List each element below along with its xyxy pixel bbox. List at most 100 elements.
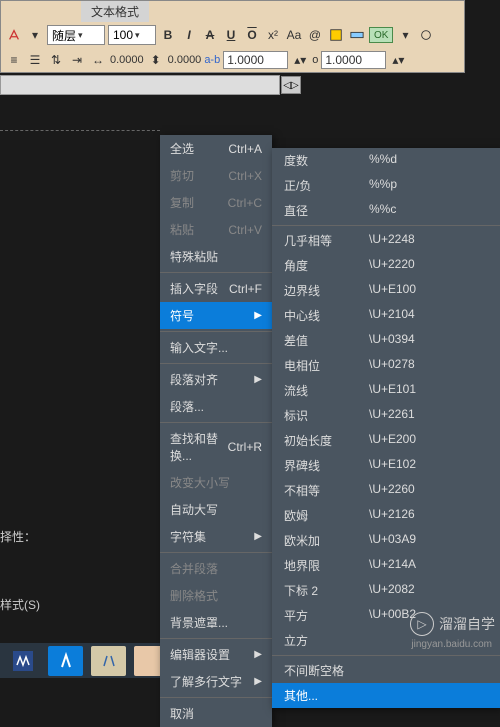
submenu-arrow-icon: ▶ <box>254 649 262 660</box>
ruler-handle[interactable]: ◁▷ <box>281 76 301 94</box>
spacing-icon[interactable]: ⇅ <box>47 51 65 69</box>
menu-item[interactable]: 符号▶ <box>160 302 272 329</box>
menu-shortcut: Ctrl+A <box>228 142 262 156</box>
submenu-code: %%p <box>369 177 397 194</box>
menu-item[interactable]: 背景遮罩... <box>160 609 272 636</box>
align-icon[interactable]: ≡ <box>5 51 23 69</box>
superscript-icon[interactable]: x² <box>264 26 282 44</box>
menu-shortcut: Ctrl+C <box>228 196 262 210</box>
submenu-label: 初始长度 <box>284 432 369 449</box>
submenu-item[interactable]: 电相位\U+0278 <box>272 353 500 378</box>
strike-button[interactable]: A <box>201 26 219 44</box>
italic-button[interactable]: I <box>180 26 198 44</box>
bold-button[interactable]: B <box>159 26 177 44</box>
submenu-item[interactable]: 几乎相等\U+2248 <box>272 228 500 253</box>
menu-item[interactable]: 了解多行文字▶ <box>160 668 272 695</box>
menu-item: 剪切Ctrl+X <box>160 162 272 189</box>
size-value: 100 <box>113 28 133 42</box>
submenu-item[interactable]: 界碑线\U+E102 <box>272 453 500 478</box>
menu-item[interactable]: 取消 <box>160 700 272 727</box>
submenu-item[interactable]: 下标 2\U+2082 <box>272 578 500 603</box>
more-icon[interactable]: ▾ <box>396 26 414 44</box>
submenu-label: 平方 <box>284 607 369 624</box>
ruler[interactable]: ◁▷ <box>0 75 280 95</box>
overline-button[interactable]: O <box>243 26 261 44</box>
submenu-code: \U+2126 <box>369 507 415 524</box>
submenu-item[interactable]: 地界限\U+214A <box>272 553 500 578</box>
taskbar-app-3[interactable] <box>91 646 126 676</box>
submenu-item[interactable]: 正/负%%p <box>272 173 500 198</box>
menu-item-label: 查找和替换... <box>170 430 228 464</box>
submenu-label: 立方 <box>284 632 369 649</box>
menu-item[interactable]: 段落... <box>160 393 272 420</box>
color-icon[interactable] <box>327 26 345 44</box>
size-dropdown[interactable]: 100▾ <box>108 25 156 45</box>
case-icon[interactable]: Aa <box>285 26 303 44</box>
kerning-icon[interactable]: ⬍ <box>147 51 165 69</box>
submenu-label: 正/负 <box>284 177 369 194</box>
submenu-item[interactable]: 度数%%d <box>272 148 500 173</box>
width-input[interactable] <box>223 51 288 69</box>
menu-item-label: 全选 <box>170 140 194 157</box>
taskbar-app-2[interactable] <box>48 646 83 676</box>
ruler-icon[interactable] <box>348 26 366 44</box>
menu-shortcut: Ctrl+F <box>229 282 262 296</box>
submenu-item[interactable]: 不相等\U+2260 <box>272 478 500 503</box>
menu-item[interactable]: 自动大写 <box>160 496 272 523</box>
menu-item-label: 自动大写 <box>170 501 218 518</box>
menu-item[interactable]: 特殊粘贴 <box>160 243 272 270</box>
submenu-separator <box>272 225 500 226</box>
submenu-label: 欧姆 <box>284 507 369 524</box>
submenu-label: 电相位 <box>284 357 369 374</box>
submenu-item[interactable]: 边界线\U+E100 <box>272 278 500 303</box>
submenu-item[interactable]: 其他... <box>272 683 500 708</box>
symbol-icon[interactable]: @ <box>306 26 324 44</box>
underline-button[interactable]: U <box>222 26 240 44</box>
submenu-item[interactable]: 初始长度\U+E200 <box>272 428 500 453</box>
height-input[interactable] <box>321 51 386 69</box>
submenu-label: 地界限 <box>284 557 369 574</box>
menu-item-label: 取消 <box>170 705 194 722</box>
submenu-item[interactable]: 角度\U+2220 <box>272 253 500 278</box>
menu-item: 粘贴Ctrl+V <box>160 216 272 243</box>
menu-item[interactable]: 查找和替换...Ctrl+R <box>160 425 272 469</box>
taskbar-app-1[interactable] <box>5 646 40 676</box>
dropdown-arrow-icon[interactable]: ▾ <box>26 26 44 44</box>
submenu-item[interactable]: 直径%%c <box>272 198 500 223</box>
tracking-icon[interactable]: ↔ <box>89 51 107 69</box>
submenu-code: \U+03A9 <box>369 532 416 549</box>
menu-item[interactable]: 插入字段Ctrl+F <box>160 275 272 302</box>
submenu-label: 下标 2 <box>284 582 369 599</box>
tab-text-format[interactable]: 文本格式 <box>81 1 149 22</box>
menu-item-label: 符号 <box>170 307 194 324</box>
list-icon[interactable]: ☰ <box>26 51 44 69</box>
submenu-item[interactable]: 不间断空格 <box>272 658 500 683</box>
submenu-item[interactable]: 流线\U+E101 <box>272 378 500 403</box>
stepper-1[interactable]: ▴▾ <box>291 51 309 69</box>
watermark-sub: jingyan.baidu.com <box>411 639 492 650</box>
menu-separator <box>160 638 272 639</box>
menu-item: 删除格式 <box>160 582 272 609</box>
ok-button[interactable]: OK <box>369 27 393 43</box>
layer-dropdown[interactable]: 随层▾ <box>47 25 105 45</box>
font-style-icon[interactable] <box>5 26 23 44</box>
menu-item[interactable]: 段落对齐▶ <box>160 366 272 393</box>
menu-item[interactable]: 编辑器设置▶ <box>160 641 272 668</box>
menu-item-label: 输入文字... <box>170 339 228 356</box>
menu-item-label: 段落... <box>170 398 204 415</box>
submenu-item[interactable]: 欧米加\U+03A9 <box>272 528 500 553</box>
submenu-item[interactable]: 欧姆\U+2126 <box>272 503 500 528</box>
context-menu: 全选Ctrl+A剪切Ctrl+X复制Ctrl+C粘贴Ctrl+V特殊粘贴插入字段… <box>160 135 272 727</box>
submenu-code: \U+00B2 <box>369 607 416 624</box>
menu-item[interactable]: 字符集▶ <box>160 523 272 550</box>
submenu-item[interactable]: 中心线\U+2104 <box>272 303 500 328</box>
submenu-item[interactable]: 标识\U+2261 <box>272 403 500 428</box>
menu-item[interactable]: 全选 Ctrl+A <box>160 135 272 162</box>
indent-icon[interactable]: ⇥ <box>68 51 86 69</box>
menu-item[interactable]: 输入文字... <box>160 334 272 361</box>
menu-shortcut: Ctrl+R <box>228 440 262 454</box>
submenu-item[interactable]: 差值\U+0394 <box>272 328 500 353</box>
stepper-2[interactable]: ▴▾ <box>389 51 407 69</box>
menu-item-label: 删除格式 <box>170 587 218 604</box>
options-icon[interactable] <box>417 26 435 44</box>
